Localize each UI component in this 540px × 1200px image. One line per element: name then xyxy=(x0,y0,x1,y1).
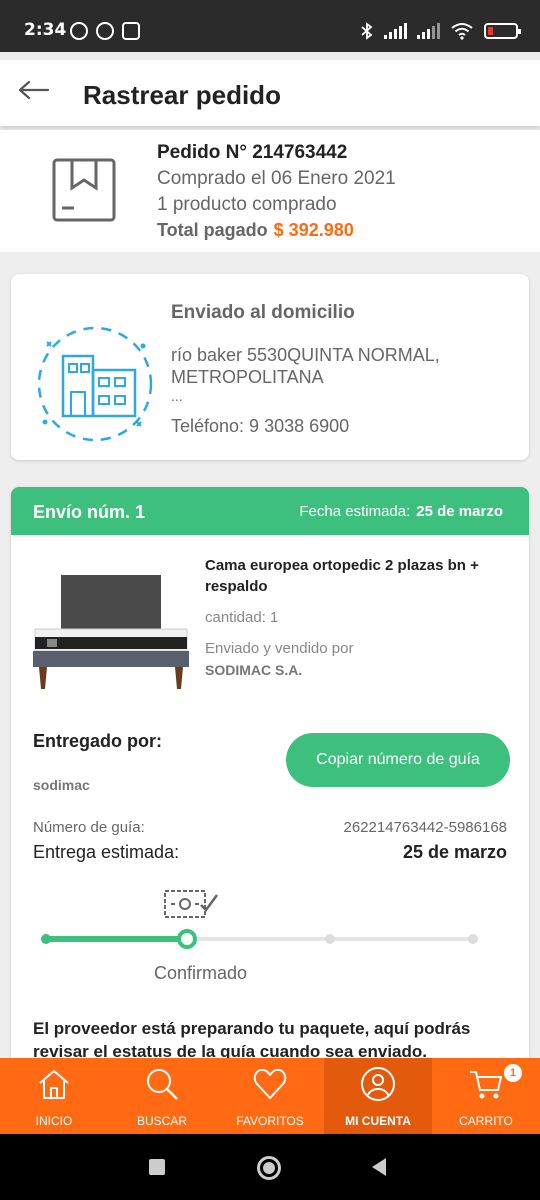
product-name[interactable]: Cama europea ortopedic 2 plazas bn + res… xyxy=(205,555,505,597)
bottom-navigation: INICIO BUSCAR FAVORITOS MI CUENTA 1 CARR… xyxy=(0,1058,540,1134)
bluetooth-icon xyxy=(361,22,373,40)
order-summary: Pedido N° 214763442 Comprado el 06 Enero… xyxy=(0,130,540,252)
nav-label: BUSCAR xyxy=(136,1114,187,1128)
system-navigation-bar xyxy=(0,1134,540,1200)
product-image xyxy=(33,575,189,689)
home-icon xyxy=(39,1070,69,1099)
heart-icon xyxy=(253,1068,287,1099)
app-notification-icon xyxy=(96,22,114,40)
nav-inicio[interactable]: INICIO xyxy=(0,1058,108,1134)
order-number: Pedido N° 214763442 xyxy=(157,142,348,163)
nav-mi-cuenta[interactable]: MI CUENTA xyxy=(324,1058,432,1134)
estimated-delivery-label: Entrega estimada: xyxy=(33,842,180,862)
wifi-icon xyxy=(451,23,473,40)
seller-name: SODIMAC S.A. xyxy=(205,662,303,678)
address-text: río baker 5530QUINTA NORMAL, METROPOLITA… xyxy=(171,345,440,387)
delivery-provider: sodimac xyxy=(33,777,90,793)
copy-guide-button[interactable]: Copiar número de guía xyxy=(286,733,510,787)
progress-step xyxy=(468,934,478,944)
nav-favoritos[interactable]: FAVORITOS xyxy=(216,1058,324,1134)
estimated-delivery-value: 25 de marzo xyxy=(402,842,507,862)
system-icons xyxy=(360,22,521,40)
progress-step xyxy=(41,934,51,944)
order-date: Comprado el 06 Enero 2021 xyxy=(157,168,396,189)
cart-badge: 1 xyxy=(504,1064,522,1082)
guide-number-value: 262214763442-5986168 xyxy=(343,819,508,836)
shipment-card: Envío núm. 1 Fecha estimada: 25 de marzo … xyxy=(11,487,529,1087)
sold-by-label: Enviado y vendido por xyxy=(205,640,354,657)
progress-step xyxy=(325,934,335,944)
status-time: 2:34 xyxy=(24,20,67,40)
total-price: $ 392.980 xyxy=(273,220,354,240)
page-title: Rastrear pedido xyxy=(83,80,281,110)
alarm-icon xyxy=(70,22,88,40)
user-icon xyxy=(361,1067,395,1101)
cart-icon xyxy=(470,1071,502,1099)
product-quantity: cantidad: 1 xyxy=(205,609,279,626)
progress-fill xyxy=(45,936,187,942)
address-heading: Enviado al domicilio xyxy=(171,302,355,323)
nav-buscar[interactable]: BUSCAR xyxy=(108,1058,216,1134)
signal-icon-2 xyxy=(417,23,440,39)
tracking-progress xyxy=(41,927,481,951)
home-button[interactable] xyxy=(257,1156,281,1180)
shipment-estimated: Fecha estimada: 25 de marzo xyxy=(299,503,503,520)
address-ellipsis: ... xyxy=(171,388,183,404)
status-message: El proveedor está preparando tu paquete,… xyxy=(33,1019,471,1061)
nav-label: MI CUENTA xyxy=(345,1114,411,1128)
delivered-by-label: Entregado por: xyxy=(33,731,162,751)
total-label: Total pagado xyxy=(157,220,268,240)
nav-carrito[interactable]: 1 CARRITO xyxy=(432,1058,540,1134)
shipment-header: Envío núm. 1 Fecha estimada: 25 de marzo xyxy=(11,487,529,535)
building-illustration-icon xyxy=(37,326,153,442)
address-card: Enviado al domicilio río baker 5530QUINT… xyxy=(11,274,529,460)
search-icon xyxy=(147,1069,178,1100)
battery-icon xyxy=(484,23,521,39)
app-bar: Rastrear pedido xyxy=(0,60,540,126)
order-products: 1 producto comprado xyxy=(157,194,337,215)
back-button[interactable] xyxy=(372,1158,386,1176)
address-phone: Teléfono: 9 3038 6900 xyxy=(171,416,350,436)
app-notification-icon-2 xyxy=(122,22,140,40)
signal-icon xyxy=(384,23,407,39)
back-arrow-icon[interactable] xyxy=(14,74,54,114)
progress-step-current xyxy=(177,929,197,949)
recent-apps-button[interactable] xyxy=(149,1159,165,1175)
estimated-date: 25 de marzo xyxy=(416,503,503,520)
notification-icons xyxy=(70,22,140,40)
nav-label: FAVORITOS xyxy=(236,1114,304,1128)
order-total: Total pagado $ 392.980 xyxy=(157,220,354,241)
progress-status-label: Confirmado xyxy=(154,963,248,983)
estimated-label: Fecha estimada: xyxy=(299,503,411,520)
guide-number-label: Número de guía: xyxy=(33,819,145,836)
package-icon xyxy=(52,158,116,222)
confirmed-invoice-icon xyxy=(164,890,219,918)
nav-label: INICIO xyxy=(35,1114,73,1128)
shipment-title: Envío núm. 1 xyxy=(33,502,146,522)
status-bar: 2:34 xyxy=(0,0,540,52)
nav-label: CARRITO xyxy=(459,1114,513,1128)
